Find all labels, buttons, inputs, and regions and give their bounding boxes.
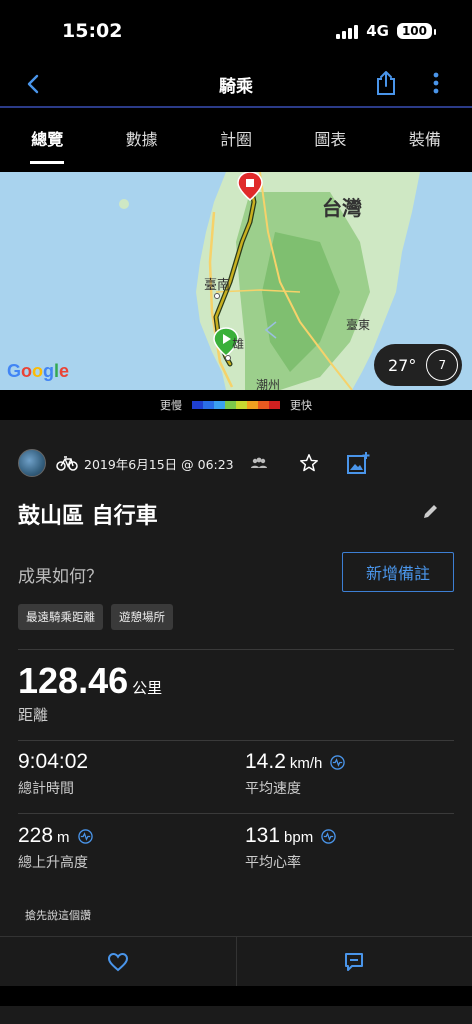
battery-icon: 100: [396, 23, 437, 39]
network-type: 4G: [366, 22, 389, 40]
status-time: 15:02: [62, 20, 123, 42]
total-time-label: 總計時間: [18, 781, 74, 797]
map-label-chaozhou: 潮州: [256, 378, 281, 390]
activity-summary: 2019年6月15日 @ 06:23 鼓山區 自行車 成果如何？ 新增備註 最遠…: [0, 420, 472, 936]
star-icon[interactable]: [298, 452, 320, 474]
stat-avg-hr: 131 bpm 平均心率: [245, 824, 336, 872]
avg-hr-unit: bpm: [284, 829, 314, 846]
map-label-taitung: 臺東: [346, 318, 371, 332]
first-like-prompt[interactable]: 搶先說這個讚: [25, 907, 91, 923]
route-map[interactable]: 台灣 臺南 臺東 雄 潮州 Google 27° 7: [0, 172, 472, 390]
pencil-icon[interactable]: [422, 502, 440, 520]
google-logo: Google: [7, 361, 70, 381]
total-time-value: 9:04:02: [18, 750, 89, 773]
elevation-value: 228: [18, 824, 54, 847]
elevation-label: 總上升高度: [18, 855, 88, 871]
tab-bar: 總覽 數據 計圈 圖表 裝備: [0, 108, 472, 164]
add-photo-icon[interactable]: [346, 451, 370, 475]
stat-distance: 128.46 公里 距離: [18, 660, 162, 725]
tab-charts[interactable]: 圖表: [283, 108, 377, 164]
stat-elevation: 228 m 總上升高度: [18, 824, 93, 872]
map-label-kaohsiung: 雄: [232, 337, 245, 351]
activity-title: 鼓山區 自行車: [18, 504, 158, 529]
next-card: [0, 1006, 472, 1024]
comment-icon: [345, 952, 364, 971]
weather-badge: 27° 7: [374, 344, 462, 386]
add-note-button[interactable]: 新增備註: [342, 552, 454, 592]
speed-legend-faster: 更快: [290, 399, 312, 412]
avg-hr-value: 131: [245, 824, 281, 847]
speed-color-bar: [192, 401, 280, 409]
weather-temperature: 27°: [388, 355, 417, 375]
more-vertical-icon[interactable]: [426, 70, 446, 96]
divider: [18, 649, 454, 650]
page-title: 騎乘: [219, 77, 253, 97]
tag-recreation[interactable]: 遊憩場所: [111, 604, 173, 630]
divider: [18, 740, 454, 741]
action-bar: [0, 936, 472, 986]
spacer: [0, 986, 472, 1006]
stat-avg-speed: 14.2 km/h 平均速度: [245, 750, 346, 798]
map-label-taiwan: 台灣: [322, 196, 362, 220]
speed-legend: 更慢 更快: [0, 390, 472, 420]
status-indicators: 4G 100: [336, 22, 437, 40]
stat-total-time: 9:04:02 總計時間: [18, 750, 88, 798]
share-icon[interactable]: [374, 70, 398, 96]
activity-date: 2019年6月15日 @ 06:23: [84, 456, 234, 472]
group-icon: [250, 457, 267, 468]
distance-value: 128.46: [18, 660, 129, 701]
avg-speed-value: 14.2: [245, 750, 286, 773]
tab-data[interactable]: 數據: [94, 108, 188, 164]
status-bar: 15:02 4G 100: [0, 0, 472, 64]
speed-legend-slower: 更慢: [160, 399, 182, 412]
map-label-tainan: 臺南: [204, 278, 231, 293]
signal-icon: [336, 23, 359, 39]
distance-label: 距離: [18, 706, 49, 724]
tab-overview[interactable]: 總覽: [0, 108, 94, 164]
distance-unit: 公里: [132, 679, 163, 697]
how-was-it-label: 成果如何？: [18, 567, 103, 587]
avg-speed-label: 平均速度: [245, 781, 301, 797]
divider: [18, 813, 454, 814]
like-button[interactable]: [0, 937, 236, 986]
activity-tags: 最遠騎乘距離 遊憩場所: [18, 604, 173, 630]
elevation-unit: m: [57, 829, 70, 846]
avg-hr-label: 平均心率: [245, 855, 301, 871]
wind-icon: 7: [426, 349, 459, 381]
tag-longest-ride[interactable]: 最遠騎乘距離: [18, 604, 103, 630]
tab-gear[interactable]: 裝備: [378, 108, 472, 164]
avatar[interactable]: [18, 449, 46, 477]
nav-bar: 騎乘: [0, 64, 472, 108]
pulse-info-icon[interactable]: [330, 754, 346, 770]
avg-speed-unit: km/h: [289, 755, 323, 772]
pulse-info-icon[interactable]: [77, 828, 93, 844]
tab-laps[interactable]: 計圈: [189, 108, 283, 164]
comment-button[interactable]: [235, 937, 472, 986]
heart-icon: [107, 952, 128, 971]
activity-meta: 2019年6月15日 @ 06:23: [18, 448, 454, 478]
pulse-info-icon[interactable]: [321, 828, 336, 844]
bicycle-icon: [56, 456, 78, 471]
